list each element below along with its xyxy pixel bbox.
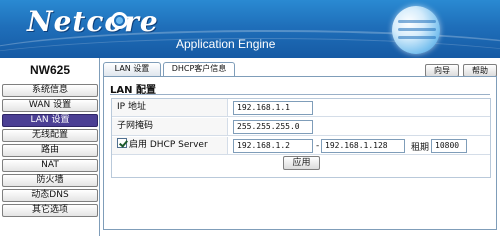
sidebar-item-other-options[interactable]: 其它选项: [2, 204, 98, 217]
header-banner: Netcore Application Engine: [0, 0, 500, 58]
sidebar-item-ddns[interactable]: 动态DNS: [2, 189, 98, 202]
sidebar-item-nat[interactable]: NAT: [2, 159, 98, 172]
ip-address-row: IP 地址 192.168.1.1: [112, 99, 490, 117]
globe-stripe: [398, 20, 436, 23]
ip-address-label: IP 地址: [112, 99, 228, 116]
sidebar-item-wireless-config[interactable]: 无线配置: [2, 129, 98, 142]
dhcp-server-row: 启用 DHCP Server 192.168.1.2 - 192.168.1.1…: [112, 137, 490, 155]
tab-lan-settings[interactable]: LAN 设置: [103, 62, 161, 76]
dhcp-server-label-cell: 启用 DHCP Server: [112, 137, 228, 154]
dhcp-enable-checkbox[interactable]: [117, 138, 127, 148]
divider: [110, 94, 490, 95]
lan-config-panel: LAN 配置 IP 地址 192.168.1.1 子网掩码 255.255.25…: [103, 76, 497, 230]
dhcp-end-ip-input[interactable]: 192.168.1.128: [321, 139, 405, 153]
sidebar: NW625 系统信息 WAN 设置 LAN 设置 无线配置 路由 NAT 防火墙…: [0, 58, 100, 236]
lease-time-label: 租期: [411, 143, 430, 153]
sidebar-item-wan-settings[interactable]: WAN 设置: [2, 99, 98, 112]
sidebar-item-system-info[interactable]: 系统信息: [2, 84, 98, 97]
logo-ring-icon: [111, 12, 128, 29]
subnet-mask-row: 子网掩码 255.255.255.0: [112, 118, 490, 136]
globe-stripe: [398, 36, 436, 39]
dhcp-start-ip-input[interactable]: 192.168.1.2: [233, 139, 313, 153]
dhcp-server-label: 启用 DHCP Server: [129, 140, 208, 150]
lease-time-input[interactable]: 10800: [431, 139, 467, 153]
brand-logo: Netcore: [27, 5, 159, 38]
ip-address-input[interactable]: 192.168.1.1: [233, 101, 313, 115]
device-model: NW625: [29, 63, 70, 77]
apply-button[interactable]: 应用: [283, 156, 320, 170]
sidebar-menu: 系统信息 WAN 设置 LAN 设置 无线配置 路由 NAT 防火墙 动态DNS…: [2, 84, 98, 219]
sidebar-item-firewall[interactable]: 防火墙: [2, 174, 98, 187]
subnet-mask-label: 子网掩码: [112, 118, 228, 135]
subnet-mask-input[interactable]: 255.255.255.0: [233, 120, 313, 134]
sidebar-item-lan-settings[interactable]: LAN 设置: [2, 114, 98, 127]
sidebar-item-routing[interactable]: 路由: [2, 144, 98, 157]
app-subtitle: Application Engine: [176, 37, 276, 51]
globe-stripe: [398, 28, 436, 31]
range-separator: -: [316, 141, 320, 151]
tab-dhcp-clients[interactable]: DHCP客户信息: [163, 62, 235, 76]
